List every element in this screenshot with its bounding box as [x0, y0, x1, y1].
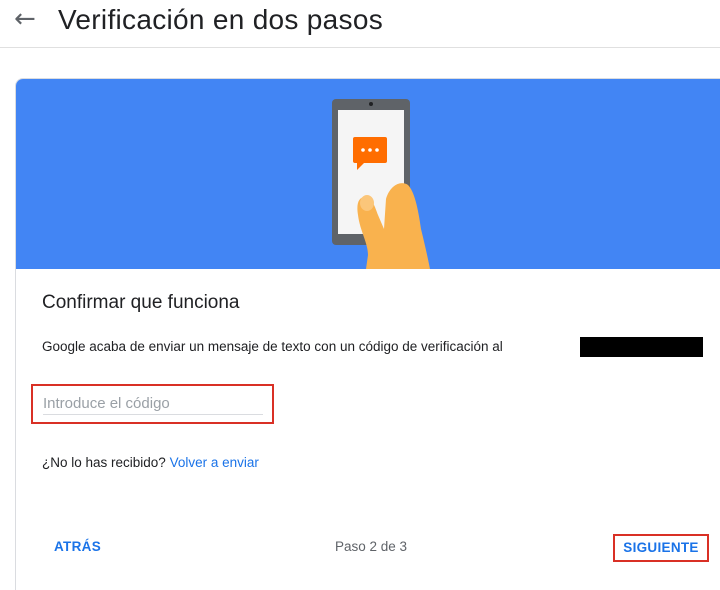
redacted-phone-number	[580, 337, 703, 357]
resend-link[interactable]: Volver a enviar	[170, 455, 259, 470]
back-button[interactable]: ATRÁS	[54, 538, 101, 556]
arrow-left-icon[interactable]: ←	[14, 4, 36, 34]
resend-row: ¿No lo has recibido? Volver a enviar	[42, 454, 259, 472]
hand-graphic	[357, 183, 430, 269]
step-indicator: Paso 2 de 3	[335, 539, 408, 554]
resend-prompt: ¿No lo has recibido?	[42, 455, 170, 470]
next-button[interactable]: SIGUIENTE	[613, 534, 709, 562]
code-field[interactable]	[31, 384, 274, 424]
page-title: Verificación en dos pasos	[58, 4, 384, 35]
phone-in-hand-illustration	[332, 99, 430, 269]
card-title: Confirmar que funciona	[42, 292, 240, 313]
page-header: ← Verificación en dos pasos	[0, 0, 720, 48]
banner	[16, 79, 720, 269]
verification-card: Confirmar que funciona Google acaba de e…	[15, 78, 720, 590]
code-input[interactable]	[43, 393, 263, 415]
card-description: Google acaba de enviar un mensaje de tex…	[42, 339, 503, 354]
